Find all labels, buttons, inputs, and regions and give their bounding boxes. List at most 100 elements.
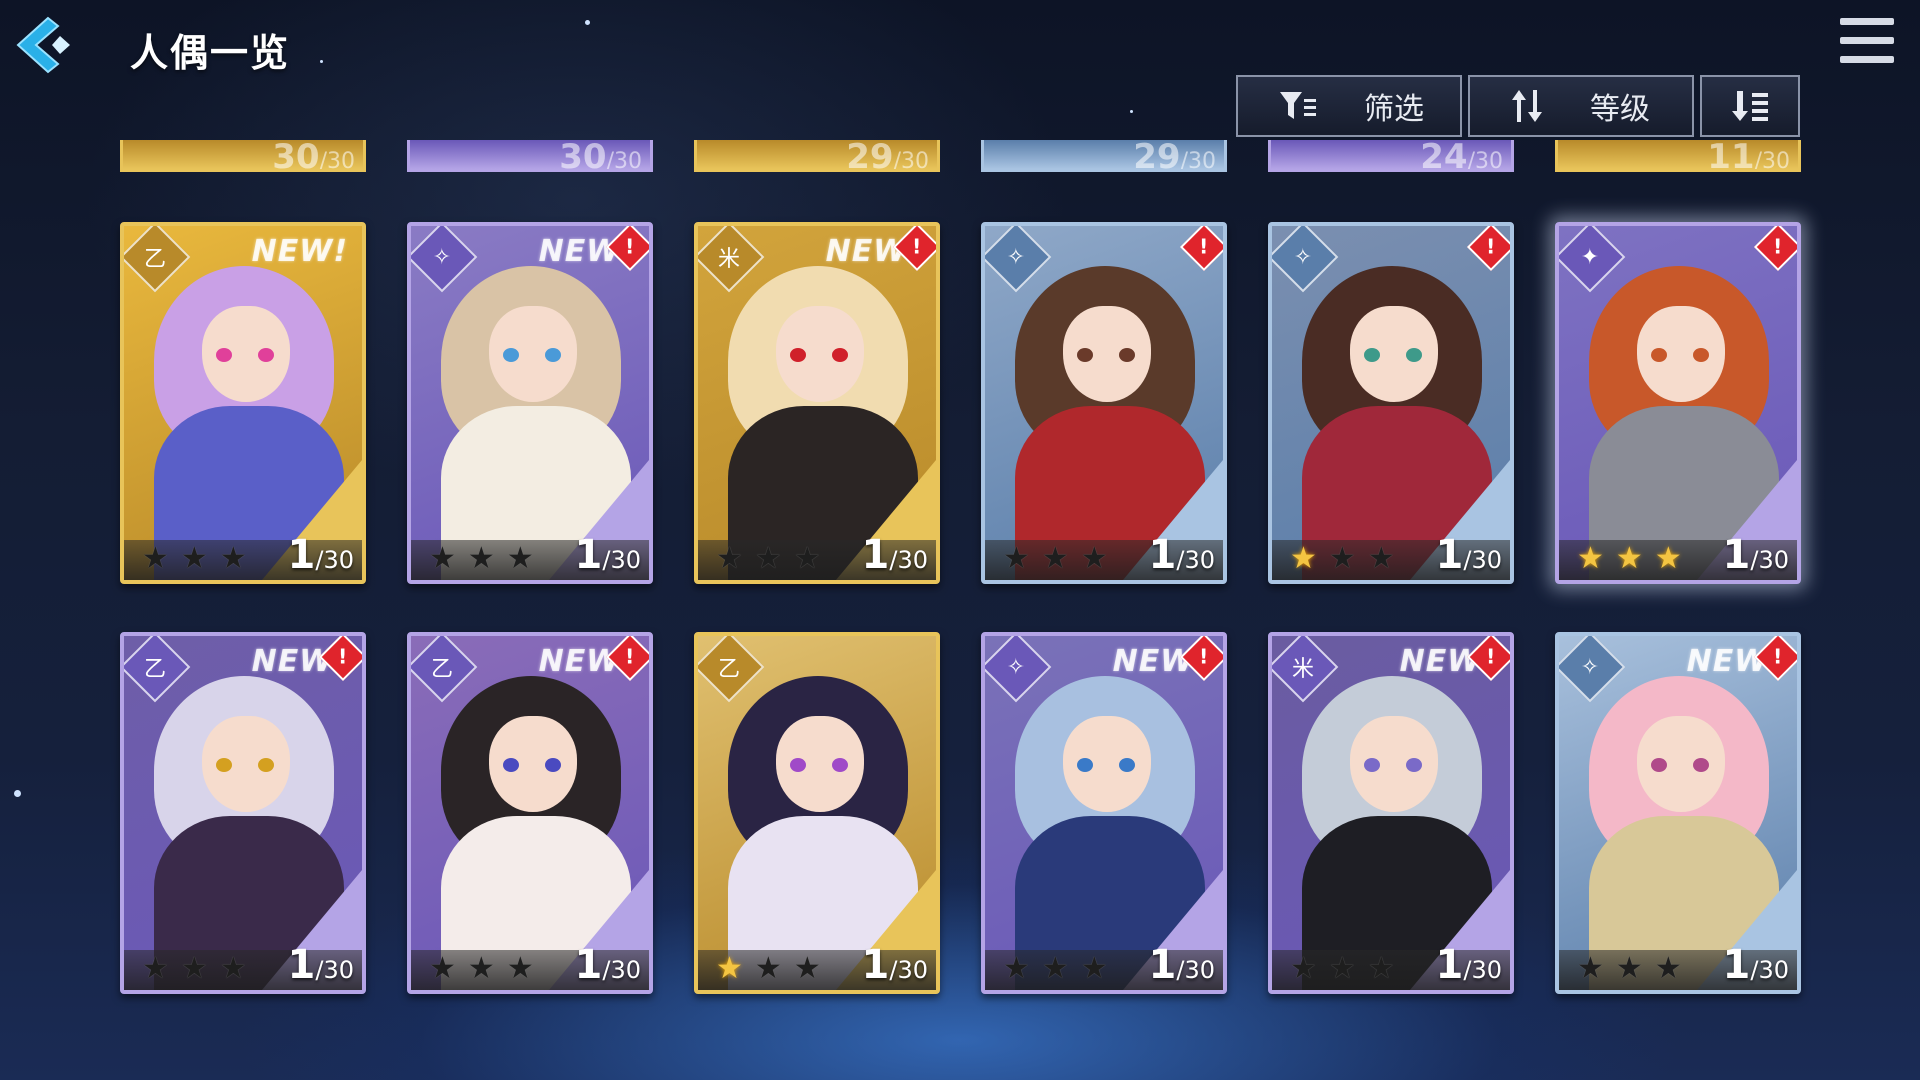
partial-card[interactable]: 30/30 (120, 140, 366, 172)
doll-card[interactable]: ★ ★ ★ 1/30 乙 NEW! (120, 222, 366, 584)
star-icon: ★ (142, 541, 169, 576)
card-level: 1/30 (1436, 942, 1502, 988)
star-icon: ★ (180, 951, 208, 986)
star-icon: ★ (793, 541, 821, 576)
star-icon: ★ (716, 541, 743, 576)
alert-mark: ! (1773, 645, 1783, 669)
star-icon: ★ (506, 541, 534, 576)
star-icon: ★ (142, 951, 169, 986)
card-level: 1/30 (288, 532, 354, 578)
card-level: 30/30 (272, 140, 355, 169)
alert-mark: ! (912, 235, 922, 259)
level-value: 1 (1435, 942, 1464, 988)
level-value: 1 (287, 942, 316, 988)
partial-card[interactable]: 29/30 (694, 140, 940, 172)
star-icon: ★ (1290, 541, 1317, 576)
character-eye (545, 758, 561, 772)
star-icon: ★ (1615, 951, 1643, 986)
character-eye (216, 758, 232, 772)
star-icon: ★ (219, 951, 247, 986)
character-eye (1364, 348, 1380, 362)
level-value: 29 (1133, 140, 1181, 172)
doll-card[interactable]: ★ ★ ★ 1/30 米 NEW!! (1268, 632, 1514, 994)
character-eye (1077, 348, 1093, 362)
star-icon: ★ (1328, 951, 1356, 986)
character-eye (503, 758, 519, 772)
doll-card[interactable]: ★ ★ ★ 1/30 乙 NEW!! (407, 632, 653, 994)
partial-card[interactable]: 24/30 (1268, 140, 1514, 172)
rarity-stars: ★ ★ ★ (429, 954, 534, 984)
doll-card[interactable]: ★ ★ ★ 1/30 ✧! (981, 222, 1227, 584)
doll-card[interactable]: ★ ★ ★ 1/30 ✧ NEW!! (407, 222, 653, 584)
rarity-stars: ★ ★ ★ (1290, 544, 1395, 574)
character-eye (790, 758, 806, 772)
star-icon: ★ (1615, 541, 1643, 576)
rarity-stars: ★ ★ ★ (1003, 954, 1108, 984)
level-max: /30 (893, 149, 929, 172)
attribute-symbol: 乙 (430, 656, 454, 682)
star-icon: ★ (467, 951, 495, 986)
attribute-symbol: ✧ (432, 244, 452, 270)
partial-card[interactable]: 29/30 (981, 140, 1227, 172)
doll-card[interactable]: ★ ★ ★ 1/30 ✧! (1268, 222, 1514, 584)
rarity-stars: ★ ★ ★ (429, 544, 534, 574)
attribute-symbol: 乙 (717, 656, 741, 682)
star-icon: ★ (754, 951, 782, 986)
level-max: /30 (602, 956, 641, 984)
rarity-stars: ★ ★ ★ (1003, 544, 1108, 574)
star-icon: ★ (1080, 951, 1108, 986)
doll-card[interactable]: ★ ★ ★ 1/30 ✦! (1555, 222, 1801, 584)
star-icon: ★ (1041, 541, 1069, 576)
star-icon: ★ (1367, 541, 1395, 576)
partial-card[interactable]: 30/30 (407, 140, 653, 172)
alert-mark: ! (1199, 235, 1209, 259)
character-eye (1693, 758, 1709, 772)
character-eye (1406, 758, 1422, 772)
level-value: 29 (846, 140, 894, 172)
level-max: /30 (315, 956, 354, 984)
doll-card[interactable]: ★ ★ ★ 1/30 ✧ NEW!! (1555, 632, 1801, 994)
level-max: /30 (315, 546, 354, 574)
level-value: 1 (1435, 532, 1464, 578)
doll-card[interactable]: ★ ★ ★ 1/30 乙 (694, 632, 940, 994)
card-level: 1/30 (575, 532, 641, 578)
level-max: /30 (1176, 956, 1215, 984)
level-max: /30 (602, 546, 641, 574)
doll-card[interactable]: ★ ★ ★ 1/30 米 NEW!! (694, 222, 940, 584)
level-value: 1 (1148, 532, 1177, 578)
character-eye (1119, 348, 1135, 362)
alert-mark: ! (625, 235, 635, 259)
character-eye (503, 348, 519, 362)
star-icon: ★ (1003, 951, 1030, 986)
level-max: /30 (606, 149, 642, 172)
character-eye (790, 348, 806, 362)
rarity-stars: ★ ★ ★ (716, 544, 821, 574)
alert-mark: ! (1486, 645, 1496, 669)
alert-mark: ! (1486, 235, 1496, 259)
rarity-stars: ★ ★ ★ (716, 954, 821, 984)
alert-mark: ! (338, 645, 348, 669)
star-icon: ★ (1080, 541, 1108, 576)
rarity-stars: ★ ★ ★ (142, 954, 247, 984)
level-max: /30 (1463, 956, 1502, 984)
new-label: NEW! (251, 234, 348, 269)
character-eye (1651, 348, 1667, 362)
level-value: 1 (861, 532, 890, 578)
card-level: 1/30 (862, 942, 928, 988)
partial-card[interactable]: 11/30 (1555, 140, 1801, 172)
card-level: 1/30 (288, 942, 354, 988)
level-max: /30 (1750, 546, 1789, 574)
level-max: /30 (1467, 149, 1503, 172)
level-max: /30 (1180, 149, 1216, 172)
character-eye (1651, 758, 1667, 772)
doll-card[interactable]: ★ ★ ★ 1/30 乙 NEW!! (120, 632, 366, 994)
card-level: 1/30 (862, 532, 928, 578)
doll-card[interactable]: ★ ★ ★ 1/30 ✧ NEW!! (981, 632, 1227, 994)
level-value: 1 (574, 532, 603, 578)
alert-mark: ! (625, 645, 635, 669)
level-value: 30 (559, 140, 607, 172)
attribute-symbol: 米 (717, 246, 741, 272)
card-level: 29/30 (1133, 140, 1216, 172)
star-icon: ★ (1041, 951, 1069, 986)
level-max: /30 (889, 546, 928, 574)
